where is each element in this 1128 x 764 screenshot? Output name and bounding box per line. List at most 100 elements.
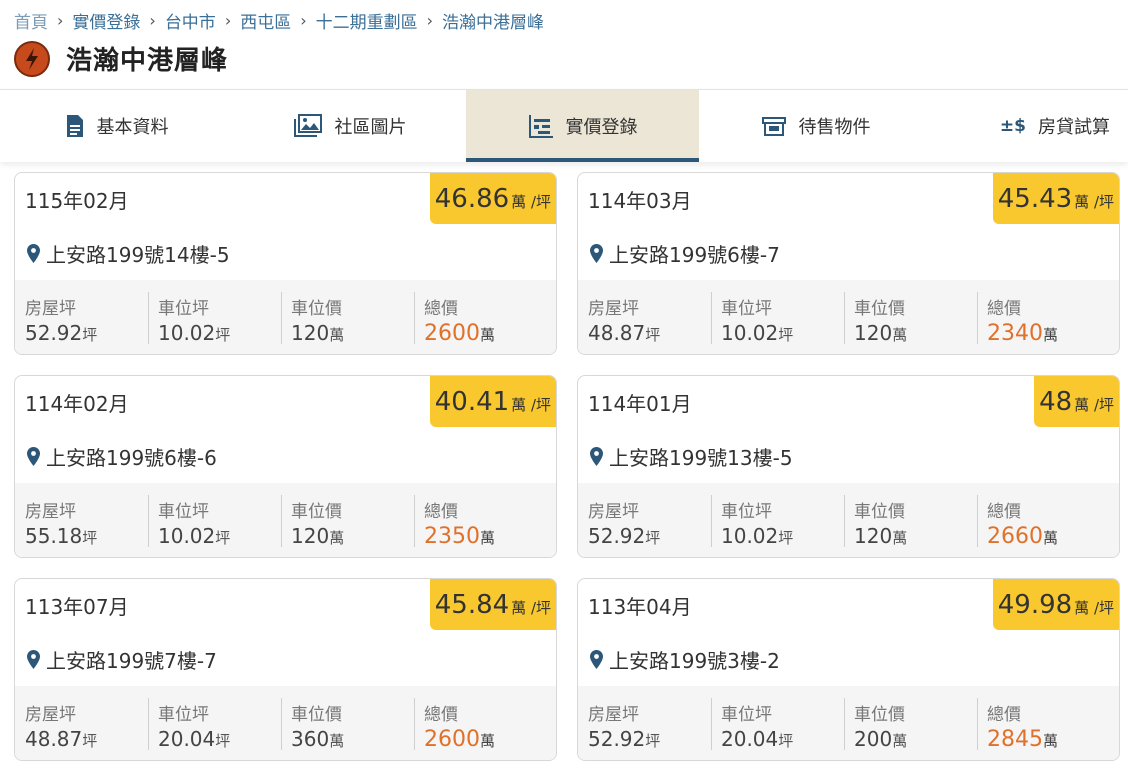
unit: 坪	[82, 529, 98, 547]
stat-value: 10.02坪	[721, 321, 844, 345]
stat-value: 2600萬	[424, 727, 547, 752]
unit-price-value: 45.84	[434, 589, 510, 620]
address-text: 上安路199號13樓-5	[609, 446, 793, 470]
stat-value: 2600萬	[424, 321, 547, 346]
page-title: 浩瀚中港層峰	[66, 46, 229, 76]
value: 2350	[424, 524, 480, 549]
unit-price-badge: 45.43 萬 /坪	[992, 173, 1119, 224]
unit-price-value: 46.86	[434, 183, 510, 214]
chevron-right-icon: ›	[149, 10, 156, 30]
chevron-right-icon: ›	[224, 10, 232, 30]
chevron-right-icon: ›	[426, 10, 434, 30]
transaction-card[interactable]: 114年02月 40.41 萬 /坪 上安路199號6樓-6 房屋坪 55.18…	[14, 375, 557, 558]
stat-value: 52.92坪	[588, 727, 711, 751]
address-text: 上安路199號3樓-2	[609, 649, 780, 673]
transaction-grid: 115年02月 46.86 萬 /坪 上安路199號14樓-5 房屋坪 52.9…	[14, 172, 1120, 761]
unit-price-unit: 萬 /坪	[1074, 396, 1114, 414]
value: 52.92	[25, 321, 83, 345]
stats-row: 房屋坪 52.92坪 車位坪 10.02坪 車位價 120萬 總價 2600萬	[15, 280, 556, 354]
unit-price-badge: 48 萬 /坪	[1034, 376, 1119, 427]
tab-mortgage-calculator[interactable]: ±$ 房貸試算	[932, 90, 1128, 162]
stat-label: 車位價	[291, 705, 342, 725]
transaction-date: 114年02月	[25, 392, 129, 416]
stat-label: 總價	[424, 705, 458, 725]
tab-community-photos[interactable]: 社區圖片	[233, 90, 466, 162]
unit: 坪	[645, 326, 661, 344]
stat-value: 2660萬	[987, 524, 1110, 549]
unit: 坪	[82, 732, 98, 750]
unit-price-value: 49.98	[997, 589, 1073, 620]
stat-label: 車位價	[854, 502, 905, 522]
value: 120	[854, 321, 893, 345]
value: 48.87	[25, 727, 83, 751]
map-pin-icon	[590, 244, 603, 263]
stat-total-price: 總價 2340萬	[977, 280, 1110, 354]
unit: 萬	[892, 732, 908, 750]
stat-label: 房屋坪	[588, 502, 639, 522]
value: 120	[291, 321, 330, 345]
stat-label: 房屋坪	[588, 299, 639, 319]
transaction-card[interactable]: 113年04月 49.98 萬 /坪 上安路199號3樓-2 房屋坪 52.92…	[577, 578, 1120, 761]
tab-label: 實價登錄	[565, 117, 638, 138]
stat-value: 120萬	[291, 524, 414, 548]
unit: 萬	[1043, 529, 1059, 547]
breadcrumb-district[interactable]: 西屯區	[240, 8, 291, 33]
unit: 萬	[1043, 326, 1059, 344]
value: 200	[854, 727, 893, 751]
stat-parking-area: 車位坪 10.02坪	[148, 483, 281, 557]
stat-house-area: 房屋坪 55.18坪	[15, 483, 148, 557]
map-pin-icon	[590, 650, 603, 669]
stats-row: 房屋坪 48.87坪 車位坪 20.04坪 車位價 360萬 總價 2600萬	[15, 686, 556, 760]
breadcrumb-community[interactable]: 浩瀚中港層峰	[442, 8, 544, 33]
tab-listings[interactable]: 待售物件	[699, 90, 932, 162]
tab-price-registry[interactable]: 實價登錄	[466, 90, 699, 162]
stat-value: 2340萬	[987, 321, 1110, 346]
stat-house-area: 房屋坪 52.92坪	[578, 686, 711, 760]
stat-label: 總價	[987, 705, 1021, 725]
stats-row: 房屋坪 48.87坪 車位坪 10.02坪 車位價 120萬 總價 2340萬	[578, 280, 1119, 354]
map-pin-icon	[590, 447, 603, 466]
stat-label: 車位價	[854, 705, 905, 725]
stat-value: 10.02坪	[158, 321, 281, 345]
unit: 萬	[480, 732, 496, 750]
unit-price-unit: 萬 /坪	[511, 193, 551, 211]
unit: 萬	[892, 326, 908, 344]
stat-parking-price: 車位價 200萬	[844, 686, 977, 760]
transaction-card[interactable]: 114年01月 48 萬 /坪 上安路199號13樓-5 房屋坪 52.92坪 …	[577, 375, 1120, 558]
transaction-card[interactable]: 115年02月 46.86 萬 /坪 上安路199號14樓-5 房屋坪 52.9…	[14, 172, 557, 355]
tab-basic-info[interactable]: 基本資料	[0, 90, 233, 162]
unit: 坪	[645, 732, 661, 750]
unit-price-value: 40.41	[434, 386, 510, 417]
stat-house-area: 房屋坪 48.87坪	[15, 686, 148, 760]
plus-minus-dollar-icon: ±$	[999, 116, 1026, 136]
stats-row: 房屋坪 55.18坪 車位坪 10.02坪 車位價 120萬 總價 2350萬	[15, 483, 556, 557]
breadcrumb-price-registry[interactable]: 實價登錄	[72, 8, 140, 33]
transaction-card[interactable]: 113年07月 45.84 萬 /坪 上安路199號7樓-7 房屋坪 48.87…	[14, 578, 557, 761]
stat-value: 20.04坪	[158, 727, 281, 751]
unit-price-badge: 46.86 萬 /坪	[429, 173, 556, 224]
stat-label: 車位坪	[158, 299, 209, 319]
stat-house-area: 房屋坪 52.92坪	[578, 483, 711, 557]
breadcrumb-home[interactable]: 首頁	[14, 8, 48, 33]
map-pin-icon	[27, 650, 40, 669]
stat-total-price: 總價 2660萬	[977, 483, 1110, 557]
stat-total-price: 總價 2845萬	[977, 686, 1110, 760]
stat-value: 120萬	[854, 321, 977, 345]
unit: 萬	[329, 529, 345, 547]
stat-label: 總價	[987, 299, 1021, 319]
unit: 坪	[215, 529, 231, 547]
address-row: 上安路199號7樓-7	[27, 645, 217, 674]
unit: 萬	[1043, 732, 1059, 750]
transaction-card[interactable]: 114年03月 45.43 萬 /坪 上安路199號6樓-7 房屋坪 48.87…	[577, 172, 1120, 355]
value: 10.02	[158, 524, 216, 548]
transaction-date: 113年07月	[25, 595, 129, 619]
value: 20.04	[158, 727, 216, 751]
value: 52.92	[588, 524, 646, 548]
stat-label: 總價	[424, 502, 458, 522]
breadcrumb-city[interactable]: 台中市	[165, 8, 216, 33]
tab-label: 待售物件	[798, 117, 871, 138]
stat-label: 車位坪	[721, 502, 772, 522]
breadcrumb-zone[interactable]: 十二期重劃區	[316, 8, 418, 33]
stat-value: 10.02坪	[158, 524, 281, 548]
address-row: 上安路199號6樓-7	[590, 239, 780, 268]
